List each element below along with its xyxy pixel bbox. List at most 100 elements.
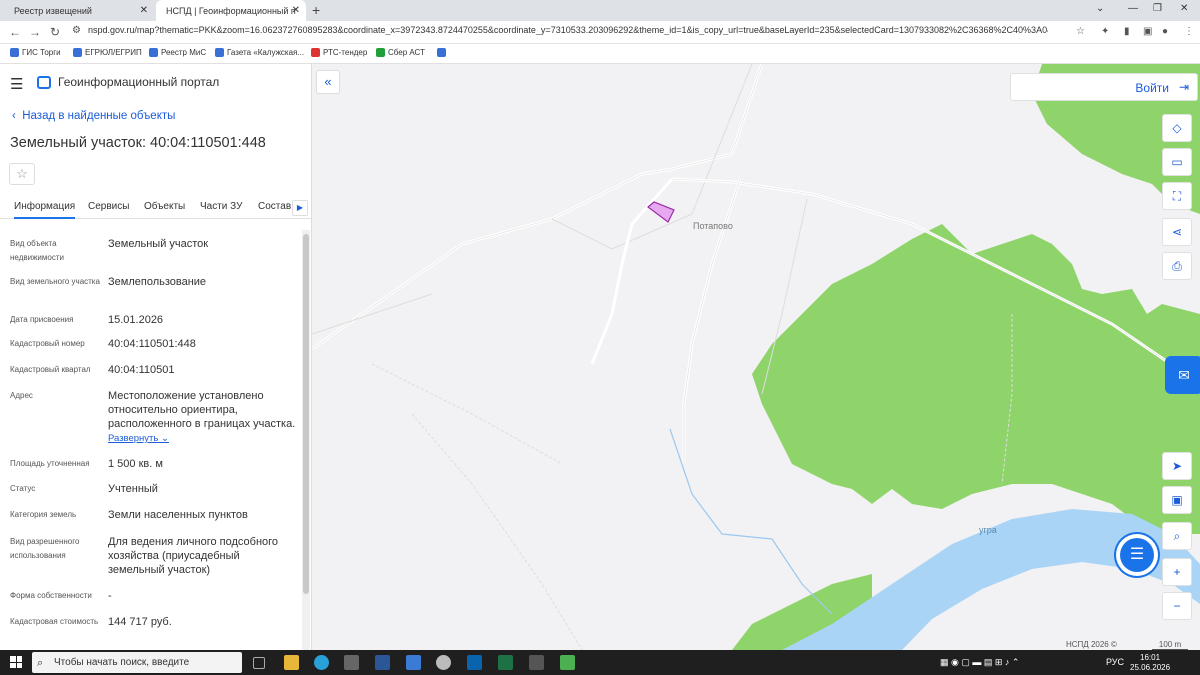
- bookmarks-bar: ГИС Торги ЕГРЮЛ/ЕГРИП Реестр МиС Газета …: [0, 44, 1200, 64]
- profile-icon[interactable]: ●: [1162, 26, 1168, 37]
- app-icon[interactable]: [560, 655, 575, 670]
- language-indicator[interactable]: РУС: [1106, 657, 1124, 667]
- minimap-button[interactable]: ▣: [1162, 486, 1192, 514]
- menu-icon[interactable]: ⋮: [1184, 26, 1194, 37]
- property-label: Вид земельного участка: [10, 277, 100, 286]
- site-info-icon[interactable]: ⚙: [72, 25, 81, 36]
- property-label: Площадь уточненная: [10, 459, 90, 468]
- select-area-button[interactable]: ⛶: [1162, 182, 1192, 210]
- share-button[interactable]: ⋖: [1162, 218, 1192, 246]
- hamburger-menu-icon[interactable]: ☰: [10, 75, 23, 93]
- tab-objects[interactable]: Объекты: [144, 201, 185, 212]
- property-label: Кадастровый квартал: [10, 365, 91, 374]
- bookmark-item[interactable]: РТС-тендер: [311, 48, 367, 57]
- print-button[interactable]: ⎙: [1162, 252, 1192, 280]
- edge-icon[interactable]: [314, 655, 329, 670]
- maximize-icon[interactable]: ❐: [1153, 3, 1162, 14]
- bookmark-item[interactable]: Сбер АСТ: [376, 48, 425, 57]
- collapse-panel-button[interactable]: «: [316, 70, 340, 94]
- zoom-out-button[interactable]: −: [1162, 592, 1192, 620]
- clock-time: 16:01: [1140, 653, 1161, 662]
- measure-button[interactable]: ▭: [1162, 148, 1192, 176]
- mail-icon[interactable]: [406, 655, 421, 670]
- browser-tab-bar: Реестр извещений ✕ НСПД | Геоинформацион…: [0, 0, 1200, 21]
- property-label: Статус: [10, 484, 36, 493]
- select-icon: ⛶: [1172, 189, 1182, 203]
- property-value: -: [108, 590, 112, 602]
- calculator-icon[interactable]: [529, 655, 544, 670]
- bookmark-item[interactable]: [437, 48, 446, 57]
- close-window-icon[interactable]: ✕: [1180, 3, 1188, 14]
- star-bookmark-icon[interactable]: ☆: [1076, 26, 1085, 37]
- excel-icon[interactable]: [498, 655, 513, 670]
- browser-tab-2[interactable]: НСПД | Геоинформационный п ✕: [156, 0, 306, 21]
- bookmark-item[interactable]: Реестр МиС: [149, 48, 206, 57]
- chat-icon: ☰: [1129, 546, 1145, 563]
- road: [312, 293, 433, 335]
- map-canvas[interactable]: Потапово угра « Войти ⇥ ◇ ▭ ⛶ ⋖ ⎙ ✉ ➤ ▣ …: [312, 64, 1200, 650]
- bookmark-icon: [73, 48, 82, 57]
- tab-services[interactable]: Сервисы: [88, 201, 129, 212]
- file-explorer-icon[interactable]: [284, 655, 299, 670]
- close-tab-icon[interactable]: ✕: [140, 5, 148, 16]
- search-location-button[interactable]: ⌕: [1162, 522, 1192, 550]
- chat-button[interactable]: ☰: [1120, 538, 1154, 572]
- map-attribution: НСПД 2026 ©: [1066, 640, 1117, 649]
- sidebar-icon[interactable]: ▣: [1143, 26, 1152, 37]
- bookmark-item[interactable]: ГИС Торги: [10, 48, 61, 57]
- chevron-right-icon[interactable]: ▶: [292, 200, 308, 216]
- property-label: Кадастровая стоимость: [10, 617, 99, 626]
- property-value: Землепользование: [108, 276, 207, 288]
- store-icon[interactable]: [344, 655, 359, 670]
- property-label: Адрес: [10, 391, 33, 400]
- property-value: 40:04:110501:448: [108, 338, 196, 350]
- reading-list-icon[interactable]: ▮: [1124, 26, 1130, 37]
- layers-button[interactable]: ◇: [1162, 114, 1192, 142]
- feedback-badge-icon[interactable]: ✉: [1165, 356, 1200, 394]
- favorite-star-icon[interactable]: ☆: [9, 163, 35, 185]
- reload-icon[interactable]: ↻: [50, 25, 60, 39]
- close-tab-icon[interactable]: ✕: [292, 5, 300, 16]
- bookmark-item[interactable]: ЕГРЮЛ/ЕГРИП: [73, 48, 142, 57]
- extensions-icon[interactable]: ✦: [1101, 26, 1109, 37]
- road: [411, 413, 583, 650]
- sidebar-scrollbar[interactable]: [302, 230, 310, 650]
- scale-bar: 100 m: [1152, 640, 1188, 650]
- forward-icon[interactable]: →: [29, 25, 41, 39]
- property-value: Для ведения личного подсобного хозяйства…: [108, 536, 279, 576]
- back-icon[interactable]: ←: [9, 25, 21, 39]
- minimize-icon[interactable]: —: [1128, 3, 1138, 14]
- clock[interactable]: 16:01 25.06.2026: [1130, 653, 1170, 673]
- outlook-icon[interactable]: [467, 655, 482, 670]
- windows-start-icon[interactable]: [10, 656, 22, 668]
- tab-parts[interactable]: Части ЗУ: [200, 201, 242, 212]
- taskbar-search[interactable]: ⌕ Чтобы начать поиск, введите: [32, 652, 242, 673]
- locate-button[interactable]: ➤: [1162, 452, 1192, 480]
- forest-area: [752, 224, 1200, 534]
- layers-icon: ◇: [1172, 121, 1182, 135]
- browser-tab-1[interactable]: Реестр извещений ✕: [4, 0, 154, 21]
- tab-information[interactable]: Информация: [14, 201, 76, 219]
- zoom-in-button[interactable]: +: [1162, 558, 1192, 586]
- back-to-results-link[interactable]: ‹ Назад в найденные объекты: [12, 110, 175, 122]
- chrome-icon[interactable]: [436, 655, 451, 670]
- bookmark-icon: [437, 48, 446, 57]
- scrollbar-thumb[interactable]: [303, 234, 309, 594]
- search-placeholder: Чтобы начать поиск, введите: [54, 657, 190, 668]
- tray-icons[interactable]: ▦ ◉ ▢ ▬ ▤ ⊞ ♪ ⌃: [940, 657, 1019, 668]
- property-label: Форма собственности: [10, 591, 92, 600]
- tab-composition[interactable]: Состав: [258, 201, 291, 212]
- word-icon[interactable]: [375, 655, 390, 670]
- bookmark-icon: [149, 48, 158, 57]
- task-view-icon[interactable]: [253, 657, 265, 669]
- tab-search-icon[interactable]: ⌄: [1096, 3, 1104, 14]
- url-field[interactable]: nspd.gov.ru/map?thematic=PKK&zoom=16.062…: [88, 25, 1048, 35]
- bookmark-icon: [376, 48, 385, 57]
- property-value: Земельный участок: [108, 238, 209, 250]
- navigation-arrow-icon: ➤: [1171, 459, 1183, 473]
- bookmark-icon: [311, 48, 320, 57]
- login-button[interactable]: Войти ⇥: [1010, 73, 1198, 101]
- bookmark-item[interactable]: Газета «Калужская...: [215, 48, 304, 57]
- expand-link[interactable]: Развернуть ⌄: [108, 433, 169, 444]
- new-tab-button[interactable]: +: [312, 2, 320, 18]
